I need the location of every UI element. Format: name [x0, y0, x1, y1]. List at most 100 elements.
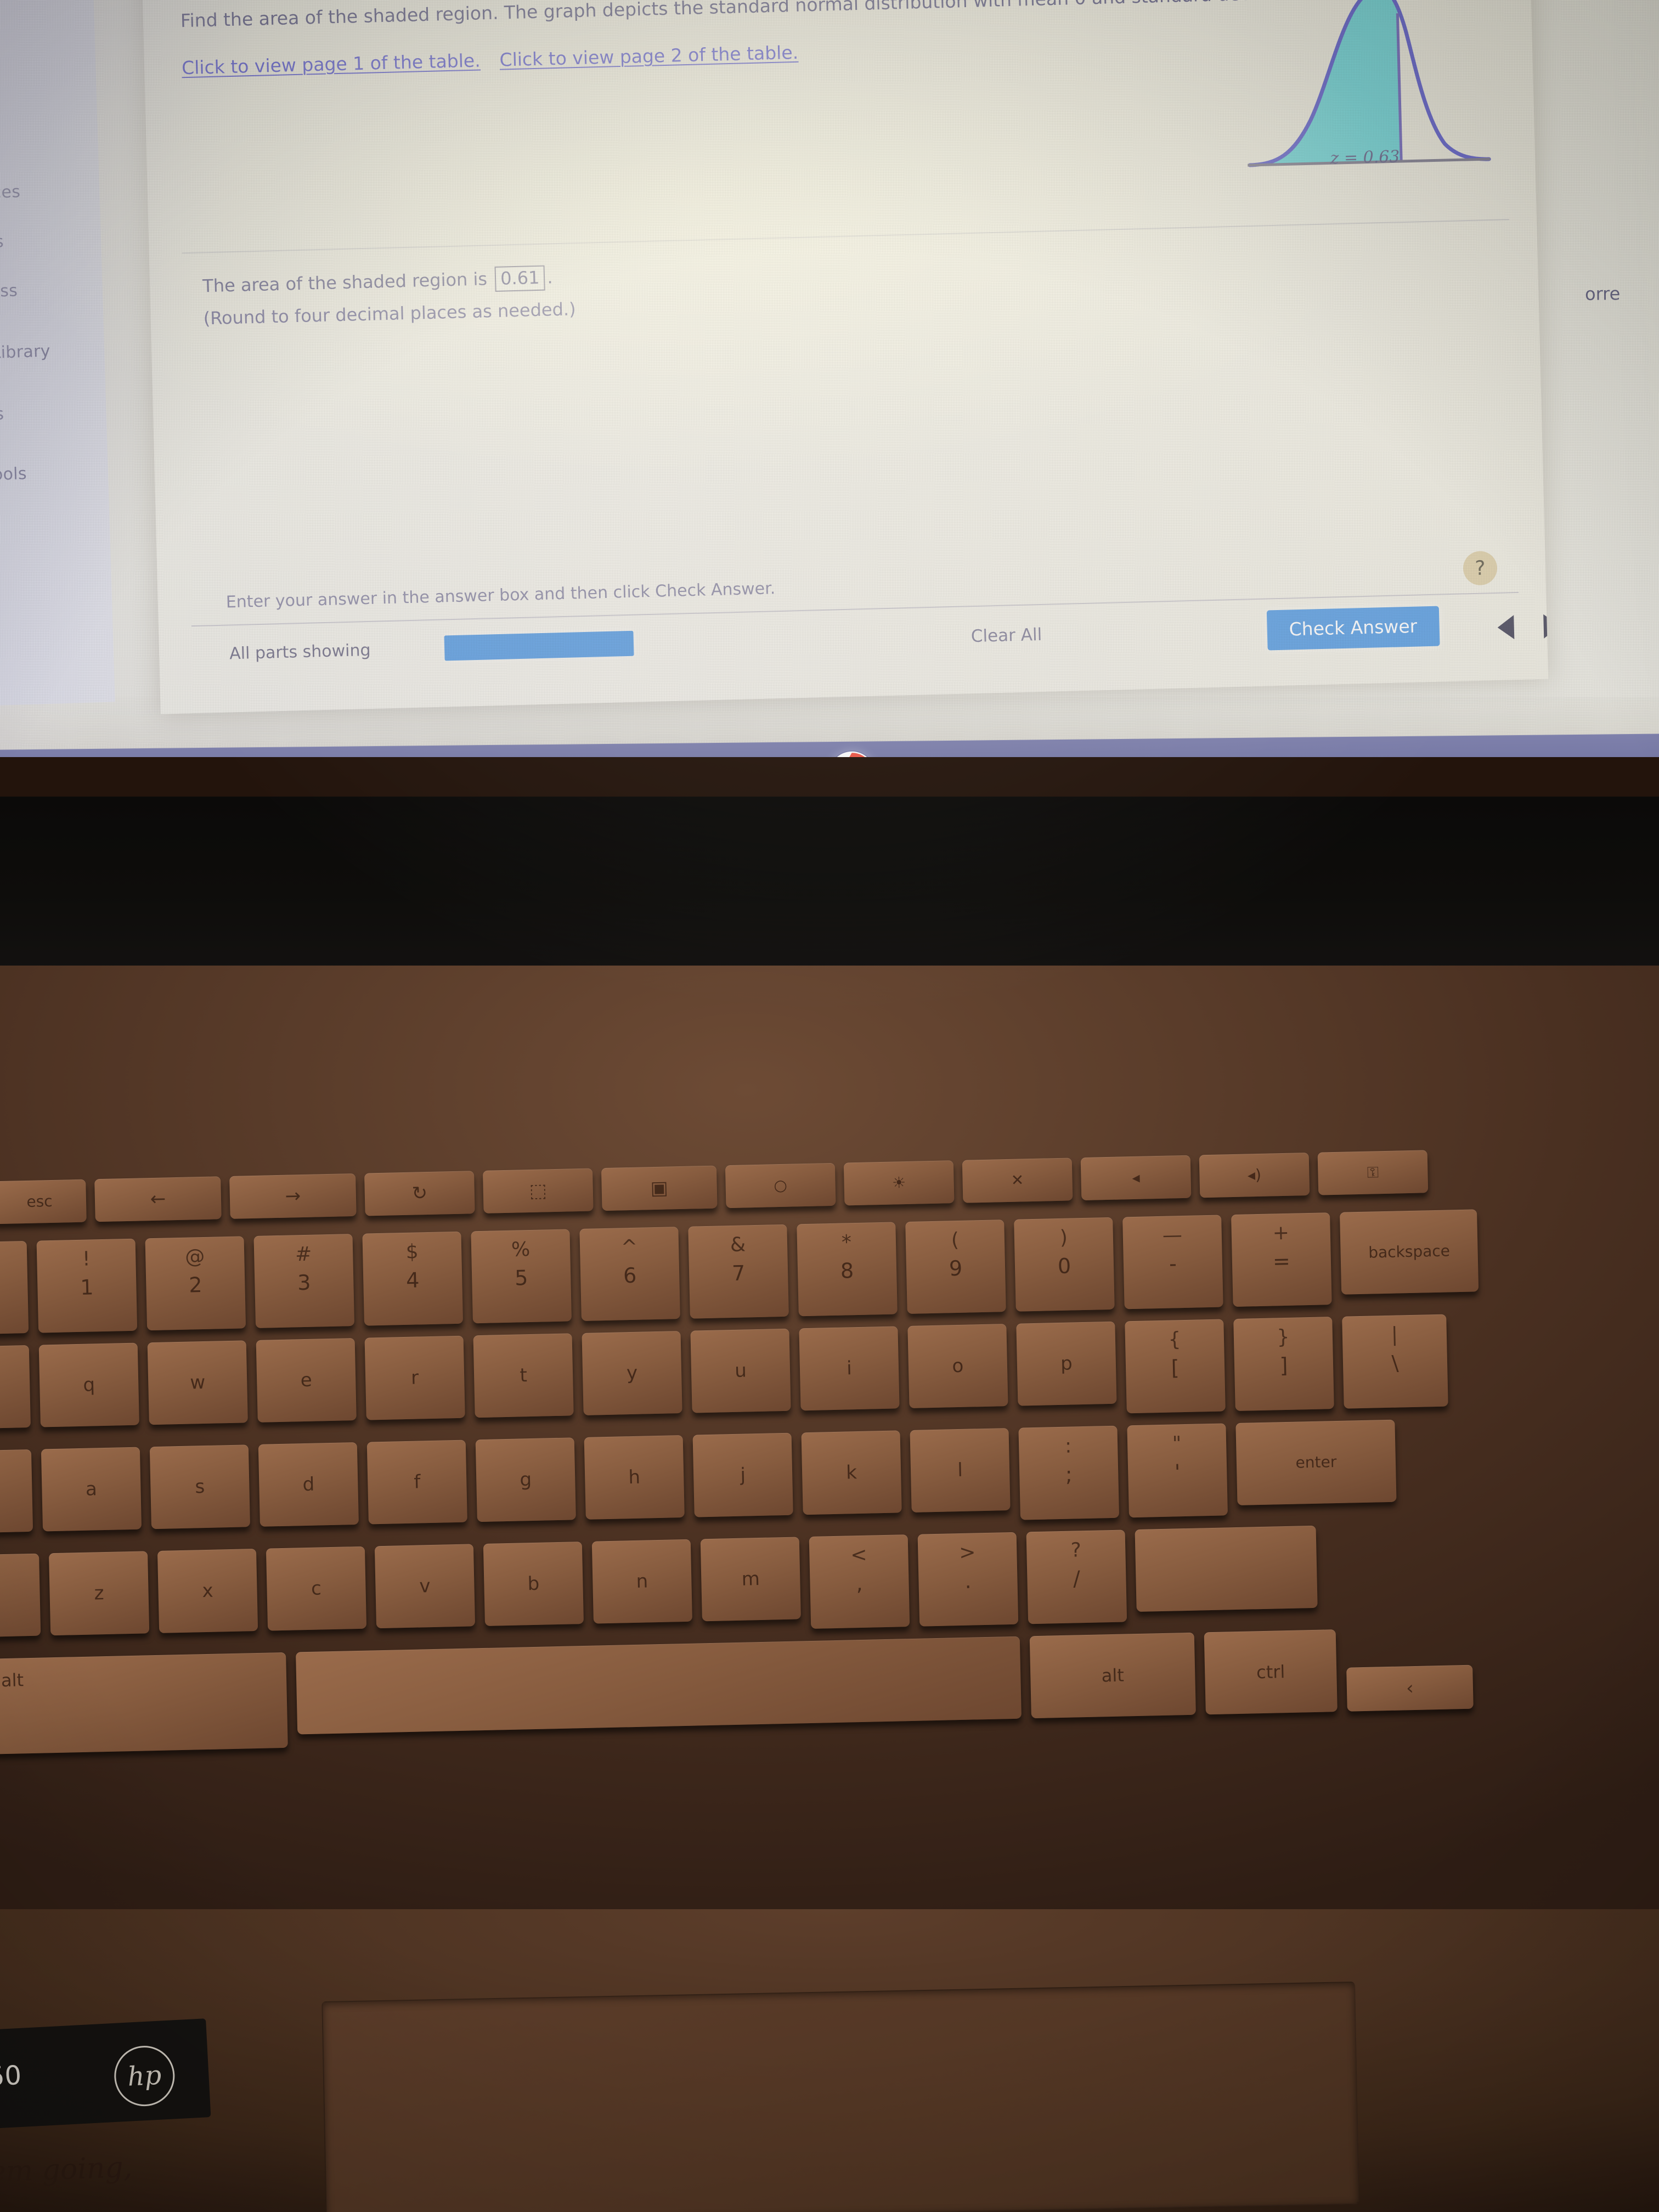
part-navigation[interactable] — [1497, 614, 1549, 640]
key-c[interactable]: c — [266, 1546, 367, 1631]
key-brightness-down[interactable]: ○ — [725, 1163, 836, 1209]
key-v[interactable]: v — [374, 1544, 476, 1629]
answer-input[interactable]: 0.61 — [494, 265, 545, 292]
key-bracket-right[interactable]: }] — [1233, 1317, 1334, 1411]
keyboard-row-asdf[interactable]: a s d f g h j k l :; " ' enter — [0, 1419, 1397, 1545]
key-overview[interactable]: ▣ — [601, 1165, 718, 1211]
key-volume-up[interactable]: ◂) — [1199, 1152, 1310, 1198]
key-comma[interactable]: <, — [809, 1534, 910, 1629]
keyboard-row-qwerty[interactable]: tab q w e r t y u i o p {[ }] |\ — [0, 1314, 1448, 1441]
key-e[interactable]: e — [256, 1338, 357, 1423]
keyboard-row-zxcv[interactable]: z x c v b n m <, >. ? / — [0, 1525, 1318, 1650]
help-button[interactable]: ? — [1463, 550, 1498, 586]
link-table-page-2[interactable]: Click to view page 2 of the table. — [499, 42, 798, 71]
key-lock[interactable]: ⚿ — [1317, 1150, 1429, 1195]
zoom-in-icon[interactable] — [1535, 0, 1549, 10]
key-k[interactable]: k — [801, 1430, 902, 1515]
key-9[interactable]: (9 — [905, 1220, 1006, 1314]
key-d[interactable]: d — [258, 1442, 359, 1527]
sidebar-item-resources[interactable]: Resources — [0, 180, 100, 204]
key-z[interactable]: z — [48, 1551, 150, 1636]
key-3[interactable]: #3 — [253, 1234, 355, 1328]
key-r[interactable]: r — [364, 1335, 465, 1420]
key-esc[interactable]: esc — [0, 1179, 87, 1224]
key-y[interactable]: y — [582, 1331, 682, 1415]
key-w[interactable]: w — [147, 1340, 248, 1425]
keyboard-number-row[interactable]: ~` !1 @2 #3 $4 %5 ^6 &7 *8 (9 )0 —- += b… — [0, 1209, 1479, 1335]
key-shift-right[interactable] — [1135, 1525, 1318, 1612]
key-alt-left[interactable]: alt — [0, 1652, 288, 1754]
parts-progress-bar[interactable] — [444, 630, 634, 661]
link-table-page-1[interactable]: Click to view page 1 of the table. — [182, 49, 481, 78]
key-volume-down[interactable]: ◂ — [1080, 1155, 1192, 1201]
key-capslock[interactable] — [0, 1449, 33, 1535]
graph-tool-icons[interactable] — [1535, 0, 1549, 150]
key-8[interactable]: * 8 — [797, 1222, 898, 1317]
key-4[interactable]: $4 — [362, 1231, 464, 1326]
key-semicolon[interactable]: :; — [1018, 1425, 1120, 1520]
sidebar-item-success[interactable]: Success — [0, 229, 101, 253]
key-back[interactable]: ← — [94, 1176, 222, 1222]
key-slash[interactable]: ? / — [1026, 1530, 1127, 1624]
key-x[interactable]: x — [157, 1548, 258, 1633]
key-t[interactable]: t — [473, 1333, 574, 1418]
key-6[interactable]: ^ 6 — [579, 1227, 680, 1321]
key-1[interactable]: ! 1 — [36, 1238, 138, 1333]
next-part-arrow-icon[interactable] — [1543, 614, 1549, 639]
zoom-out-icon[interactable] — [1537, 21, 1549, 74]
key-reload[interactable]: ↻ — [364, 1171, 475, 1216]
key-quote[interactable]: " ' — [1127, 1423, 1228, 1518]
key-bracket-left[interactable]: {[ — [1125, 1319, 1226, 1414]
clear-all-button[interactable]: Clear All — [970, 625, 1042, 646]
key-q[interactable]: q — [38, 1342, 139, 1427]
key-alt-right[interactable]: alt — [1029, 1632, 1196, 1719]
table-links[interactable]: Click to view page 1 of the table. Click… — [182, 41, 799, 81]
course-nav-rail[interactable]: tents Resources Success r Success nedia … — [0, 0, 115, 707]
key-n[interactable]: n — [591, 1539, 692, 1624]
sidebar-item-your-success[interactable]: r Success — [0, 279, 103, 302]
key-5[interactable]: % 5 — [471, 1229, 572, 1324]
answer-row[interactable]: The area of the shaded region is 0.61. — [202, 265, 553, 299]
previous-part-arrow-icon[interactable] — [1497, 615, 1515, 640]
key-enter[interactable]: enter — [1235, 1419, 1397, 1505]
key-u[interactable]: u — [690, 1328, 791, 1413]
key-backslash[interactable]: | \ — [1342, 1314, 1448, 1409]
sidebar-item-discussions[interactable]: ussions — [0, 402, 106, 425]
key-2[interactable]: @2 — [145, 1236, 246, 1331]
key-tab[interactable]: tab — [0, 1345, 31, 1431]
pop-out-icon[interactable] — [1538, 85, 1549, 137]
key-s[interactable]: s — [149, 1444, 251, 1530]
key-ctrl-right[interactable]: ctrl — [1204, 1629, 1338, 1715]
key-space[interactable] — [296, 1636, 1022, 1735]
key-forward[interactable]: → — [229, 1173, 357, 1219]
key-minus[interactable]: — - — [1122, 1215, 1223, 1310]
key-7[interactable]: & 7 — [688, 1224, 789, 1319]
check-answer-button[interactable]: Check Answer — [1266, 606, 1440, 651]
key-backtick[interactable]: ~` — [0, 1240, 29, 1335]
key-brightness-up[interactable]: ☀ — [843, 1160, 955, 1206]
key-f[interactable]: f — [366, 1440, 467, 1525]
key-g[interactable]: g — [475, 1437, 576, 1522]
key-equals[interactable]: + = — [1231, 1212, 1332, 1307]
key-l[interactable]: l — [910, 1428, 1011, 1513]
key-fullscreen[interactable]: ⬚ — [482, 1168, 594, 1214]
sidebar-item-media-library[interactable]: nedia Library — [0, 340, 105, 364]
key-j[interactable]: j — [692, 1432, 793, 1517]
keyboard-row-space[interactable]: alt alt ctrl ‹ — [0, 1627, 1474, 1758]
key-shift-left[interactable] — [0, 1553, 41, 1640]
key-period[interactable]: >. — [917, 1532, 1019, 1627]
key-arrow-left[interactable]: ‹ — [1346, 1664, 1474, 1712]
key-h[interactable]: h — [584, 1435, 685, 1520]
sidebar-item-course-tools[interactable]: urse Tools — [0, 462, 108, 486]
sidebar-item-contents[interactable]: tents — [0, 131, 98, 155]
key-a[interactable]: a — [41, 1447, 142, 1532]
key-o[interactable]: o — [907, 1324, 1008, 1408]
key-mute[interactable]: ✕ — [962, 1158, 1073, 1203]
key-i[interactable]: i — [799, 1326, 900, 1411]
trackpad[interactable] — [321, 1981, 1359, 2212]
keyboard[interactable]: esc ← → ↻ ⬚ ▣ ○ ☀ ✕ ◂ ◂) ⚿ ~` !1 @2 #3 $… — [0, 1143, 1659, 1895]
key-b[interactable]: b — [483, 1542, 584, 1626]
key-backspace[interactable]: backspace — [1339, 1209, 1479, 1295]
key-0[interactable]: ) 0 — [1014, 1217, 1115, 1312]
key-m[interactable]: m — [700, 1537, 801, 1622]
